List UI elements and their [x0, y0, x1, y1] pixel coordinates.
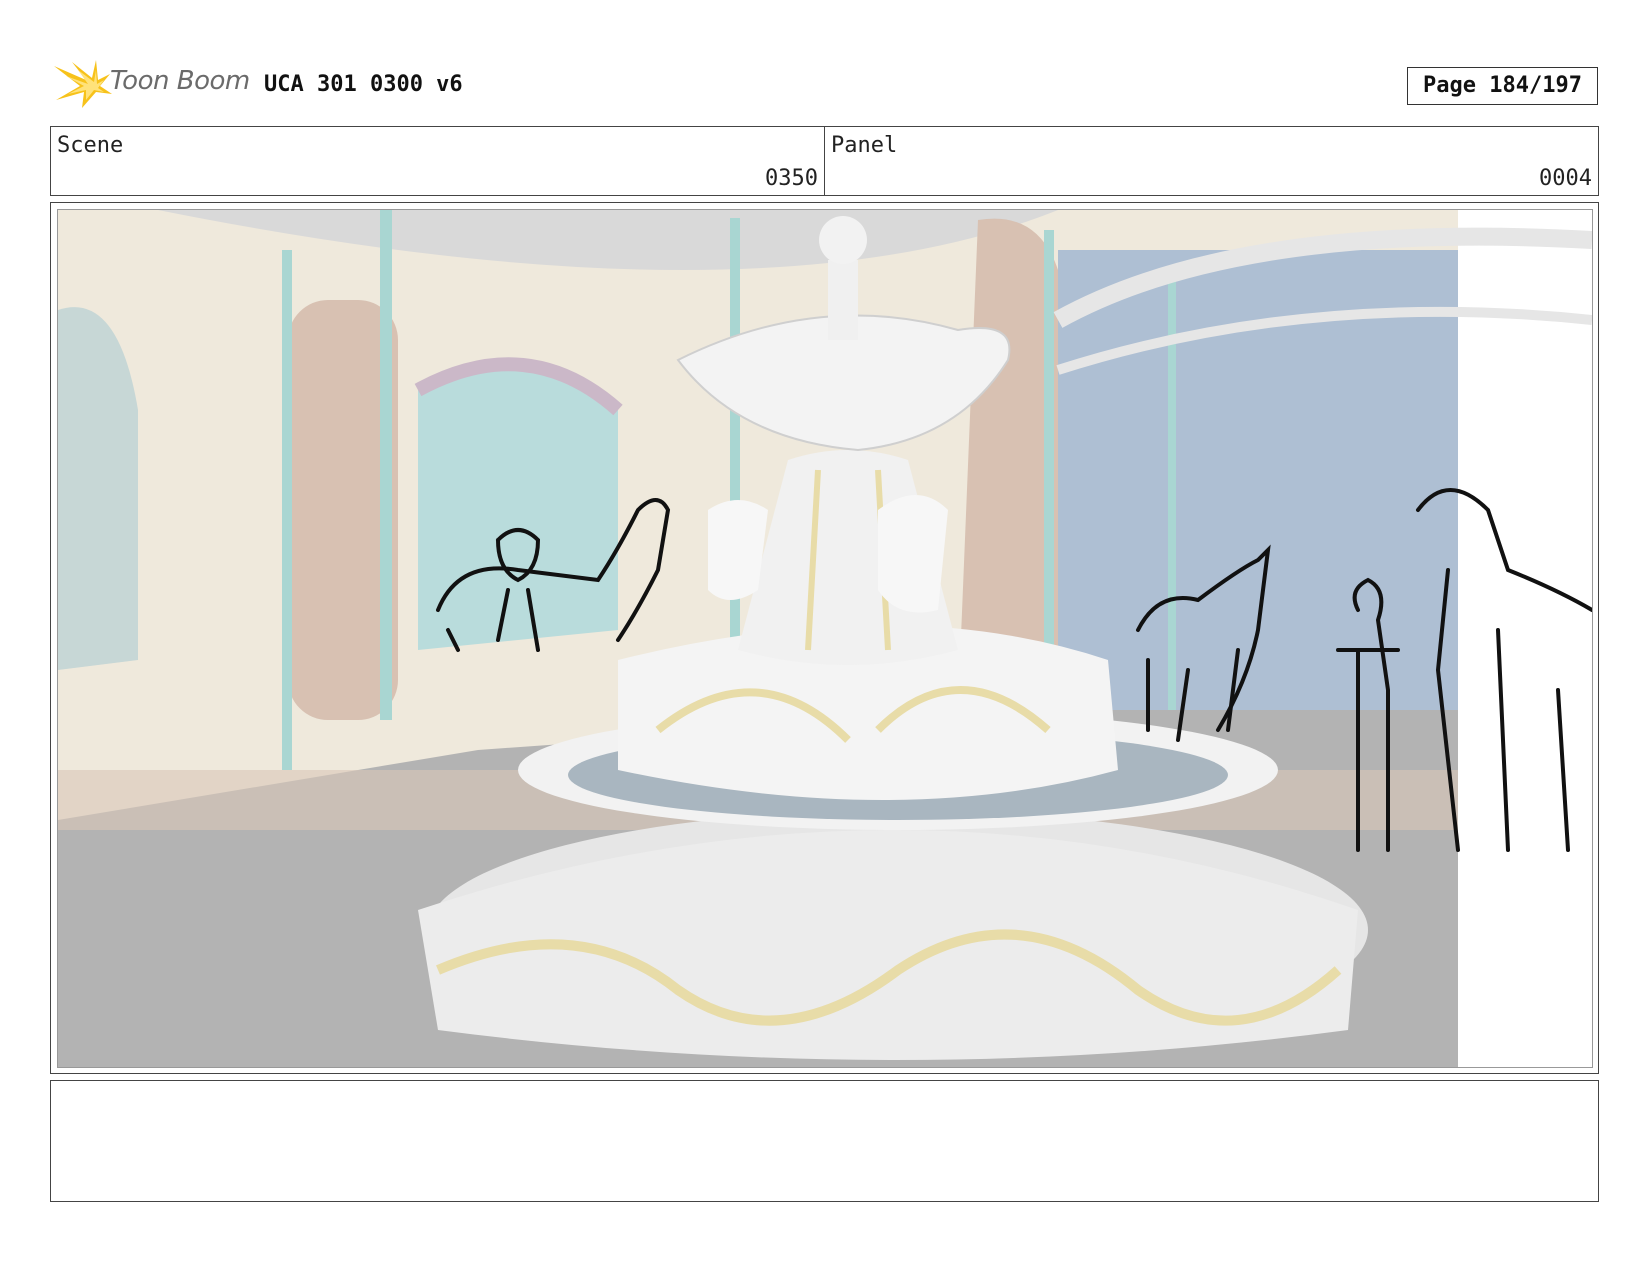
panel-number: 0004: [1539, 166, 1592, 191]
scene-panel-info: Scene 0350 Panel 0004: [50, 126, 1599, 196]
scene-label: Scene: [57, 133, 124, 158]
scene-cell: Scene 0350: [51, 127, 825, 195]
document-title: UCA 301 0300 v6: [264, 72, 463, 97]
toon-boom-logo: Toon Boom: [52, 58, 252, 112]
logo-wordmark: Toon Boom: [110, 66, 250, 96]
storyboard-image: [57, 209, 1593, 1068]
logo-burst-icon: [54, 60, 112, 108]
page-indicator: Page 184/197: [1407, 67, 1598, 105]
storyboard-frame: [50, 202, 1599, 1074]
panel-cell: Panel 0004: [825, 127, 1598, 195]
panel-notes: [50, 1080, 1599, 1202]
scene-number: 0350: [765, 166, 818, 191]
fountain-hall-illustration: [58, 210, 1592, 1067]
panel-label: Panel: [831, 133, 898, 158]
